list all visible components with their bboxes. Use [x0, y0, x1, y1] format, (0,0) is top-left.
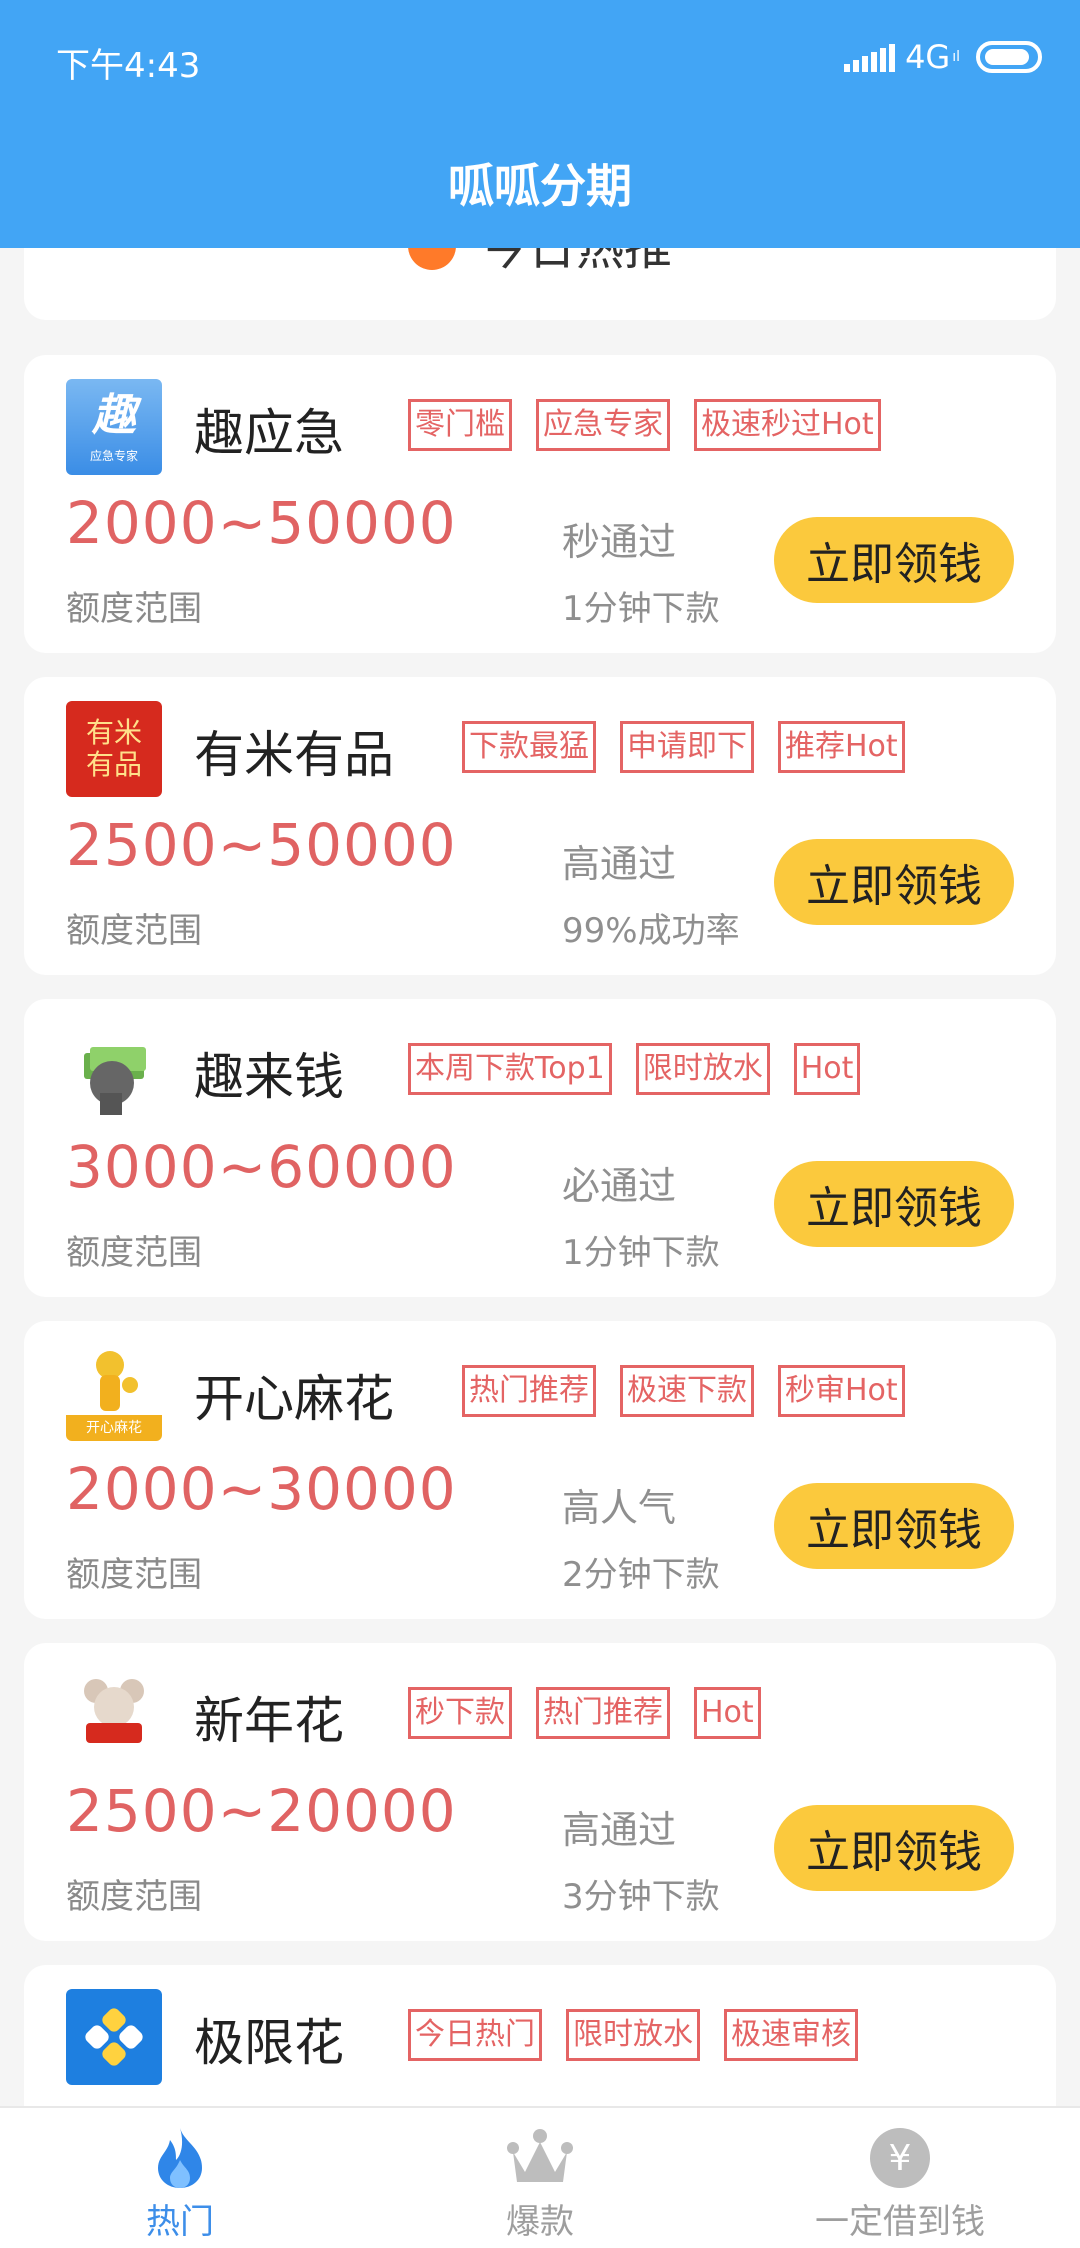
amount-label: 额度范围	[66, 1233, 202, 1273]
claim-button[interactable]: 立即领钱	[774, 1483, 1014, 1569]
tab-label: 爆款	[506, 2202, 574, 2242]
section-title: 今日热推	[24, 248, 1056, 278]
jixianhua-logo-icon	[66, 1989, 162, 2085]
svg-text:¥: ¥	[889, 2138, 912, 2179]
tag: 热门推荐	[462, 1365, 596, 1417]
tag-list: 零门槛 应急专家 极速秒过Hot	[408, 399, 881, 451]
network-label: 4G	[905, 38, 951, 76]
amount-range: 2000~50000	[66, 489, 457, 557]
product-name: 开心麻花	[194, 1370, 394, 1428]
tag: 推荐Hot	[778, 721, 905, 773]
amount-label: 额度范围	[66, 911, 202, 951]
tab-label: 一定借到钱	[815, 2202, 985, 2242]
tab-hot[interactable]: 热门	[0, 2108, 360, 2248]
flame-icon	[144, 2122, 216, 2194]
speed-text: 1分钟下款	[562, 589, 720, 629]
tag: 极速下款	[620, 1365, 754, 1417]
network-sub: ıl	[952, 49, 960, 65]
tag: 应急专家	[536, 399, 670, 451]
pass-rate-text: 必通过	[562, 1164, 677, 1208]
claim-button[interactable]: 立即领钱	[774, 1161, 1014, 1247]
product-name: 趣应急	[194, 404, 344, 462]
tag: 秒下款	[408, 1687, 512, 1739]
product-name: 新年花	[194, 1692, 344, 1750]
amount-label: 额度范围	[66, 1555, 202, 1595]
claim-button[interactable]: 立即领钱	[774, 1805, 1014, 1891]
tag: 今日热门	[408, 2009, 542, 2061]
section-header-card: 今日热推	[24, 248, 1056, 320]
tag: 本周下款Top1	[408, 1043, 612, 1095]
tag: 下款最猛	[462, 721, 596, 773]
tag: 秒审Hot	[778, 1365, 905, 1417]
speed-text: 3分钟下款	[562, 1877, 720, 1917]
tag: 极速秒过Hot	[694, 399, 881, 451]
tab-guaranteed-loan[interactable]: ¥ 一定借到钱	[720, 2108, 1080, 2248]
tag: 限时放水	[566, 2009, 700, 2061]
youmiyoupin-logo-icon: 有米 有品	[66, 701, 162, 797]
status-icons: 4G ıl	[844, 38, 1042, 76]
pass-rate-text: 高通过	[562, 1808, 677, 1852]
tag-list: 本周下款Top1 限时放水 Hot	[408, 1043, 861, 1095]
amount-range: 2000~30000	[66, 1455, 457, 1523]
pass-rate-text: 高人气	[562, 1486, 677, 1530]
tag-list: 热门推荐 极速下款 秒审Hot	[462, 1365, 905, 1417]
hot-dot-icon	[407, 248, 456, 270]
pass-rate-text: 高通过	[562, 842, 677, 886]
amount-range: 2500~20000	[66, 1777, 457, 1845]
product-card-qulaiqian[interactable]: 趣来钱 本周下款Top1 限时放水 Hot 3000~60000 额度范围 必通…	[24, 999, 1056, 1297]
product-name: 趣来钱	[194, 1048, 344, 1106]
status-time: 下午4:43	[56, 46, 201, 86]
speed-text: 99%成功率	[562, 911, 740, 951]
app-header: 下午4:43 4G ıl 呱呱分期	[0, 0, 1080, 248]
crown-icon	[504, 2122, 576, 2194]
amount-range: 3000~60000	[66, 1133, 457, 1201]
yen-coin-icon: ¥	[864, 2122, 936, 2194]
product-card-youmiyoupin[interactable]: 有米 有品 有米有品 下款最猛 申请即下 推荐Hot 2500~50000 额度…	[24, 677, 1056, 975]
claim-button[interactable]: 立即领钱	[774, 517, 1014, 603]
tag: 限时放水	[635, 1043, 770, 1095]
money-fist-logo-icon	[66, 1023, 162, 1119]
product-card-kaixinmahua[interactable]: 开心麻花 开心麻花 热门推荐 极速下款 秒审Hot 2000~30000 额度范…	[24, 1321, 1056, 1619]
speed-text: 2分钟下款	[562, 1555, 720, 1595]
amount-label: 额度范围	[66, 1877, 202, 1917]
tab-best-sellers[interactable]: 爆款	[360, 2108, 720, 2248]
claim-button[interactable]: 立即领钱	[774, 839, 1014, 925]
app-screen: 下午4:43 4G ıl 呱呱分期 今日热推 趣 应急专家 趣应急 零门槛 应急…	[0, 0, 1080, 2248]
product-list[interactable]: 今日热推 趣 应急专家 趣应急 零门槛 应急专家 极速秒过Hot 2000~50…	[0, 248, 1080, 2106]
page-title: 呱呱分期	[448, 159, 632, 213]
tag: 申请即下	[620, 721, 754, 773]
tab-label: 热门	[146, 2202, 214, 2242]
product-card-jixianhua[interactable]: 极限花 今日热门 限时放水 极速审核	[24, 1965, 1056, 2106]
quyingji-logo-icon: 趣 应急专家	[66, 379, 162, 475]
signal-icon	[844, 42, 896, 72]
tag: 热门推荐	[536, 1687, 670, 1739]
tag-list: 秒下款 热门推荐 Hot	[408, 1687, 761, 1739]
mouse-mascot-logo-icon	[66, 1667, 162, 1763]
tag-list: 下款最猛 申请即下 推荐Hot	[462, 721, 905, 773]
tag: Hot	[694, 1687, 761, 1739]
pass-rate-text: 秒通过	[562, 520, 677, 564]
product-name: 有米有品	[194, 726, 394, 784]
bottom-tab-bar: 热门 爆款 ¥ 一定借到钱	[0, 2106, 1080, 2248]
product-name: 极限花	[194, 2014, 344, 2072]
amount-label: 额度范围	[66, 589, 202, 629]
speed-text: 1分钟下款	[562, 1233, 720, 1273]
tag: Hot	[793, 1043, 861, 1095]
product-card-xinnianhua[interactable]: 新年花 秒下款 热门推荐 Hot 2500~20000 额度范围 高通过 3分钟…	[24, 1643, 1056, 1941]
kaixinmahua-logo-icon: 开心麻花	[66, 1345, 162, 1441]
tag: 极速审核	[724, 2009, 858, 2061]
battery-icon	[976, 41, 1042, 73]
amount-range: 2500~50000	[66, 811, 457, 879]
product-card-quyingji[interactable]: 趣 应急专家 趣应急 零门槛 应急专家 极速秒过Hot 2000~50000 额…	[24, 355, 1056, 653]
tag-list: 今日热门 限时放水 极速审核	[408, 2009, 858, 2061]
tag: 零门槛	[408, 399, 512, 451]
